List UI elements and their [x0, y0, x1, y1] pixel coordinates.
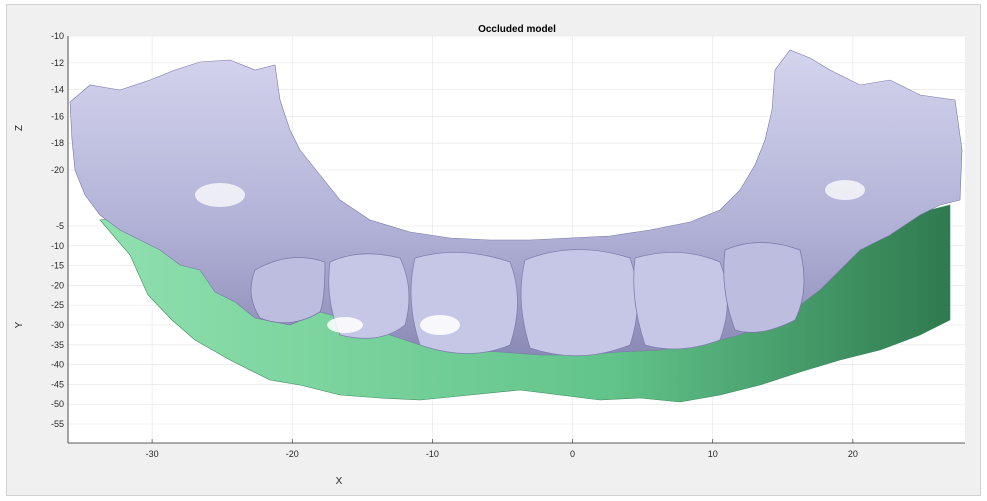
x-tick-label: 20 [848, 449, 858, 459]
y-tick-label: -10 [51, 241, 64, 251]
x-tick-label: 0 [570, 449, 575, 459]
occluded-model-chart[interactable]: -30 -20 -10 0 10 20 -10-12-14-16-18-20 -5-10-… [0, 0, 987, 501]
x-tick-label: -20 [286, 449, 299, 459]
x-tick-label: -10 [426, 449, 439, 459]
z-tick-label: -20 [51, 165, 64, 175]
x-tick-label: 10 [708, 449, 718, 459]
y-tick-label: -40 [51, 360, 64, 370]
x-tick-label: -30 [146, 449, 159, 459]
z-tick-label: -18 [51, 138, 64, 148]
y-tick-label: -20 [51, 280, 64, 290]
z-tick-label: -16 [51, 111, 64, 121]
y-tick-label: -35 [51, 340, 64, 350]
specular-highlight [420, 315, 460, 335]
y-tick-label: -25 [51, 300, 64, 310]
y-tick-label: -45 [51, 379, 64, 389]
tooth-crown [410, 252, 518, 354]
tooth-crown [520, 249, 638, 357]
z-tick-label: -12 [51, 58, 64, 68]
z-axis-label: Z [14, 125, 25, 131]
y-tick-label: -50 [51, 399, 64, 409]
specular-highlight [327, 317, 363, 333]
z-tick-label: -10 [51, 31, 64, 41]
specular-highlight [195, 183, 245, 207]
y-axis-label: Y [14, 321, 25, 328]
y-tick-label: -55 [51, 419, 64, 429]
y-tick-label: -5 [56, 221, 64, 231]
y-ticks: -5 -10 -15 -20 -25 -30 -35 -40 -45 -50 -55 [51, 221, 64, 429]
x-axis-label: X [336, 476, 343, 487]
z-ticks: -10 -12 -14 -16 -18 -20 [51, 31, 64, 175]
tooth-crown [723, 242, 805, 333]
tooth-crown [633, 252, 728, 350]
y-tick-label: -30 [51, 320, 64, 330]
y-tick-label: -15 [51, 261, 64, 271]
chart-title: Occluded model [478, 24, 556, 35]
tooth-crown [250, 257, 326, 324]
z-tick-label: -14 [51, 85, 64, 95]
specular-highlight [825, 180, 865, 200]
